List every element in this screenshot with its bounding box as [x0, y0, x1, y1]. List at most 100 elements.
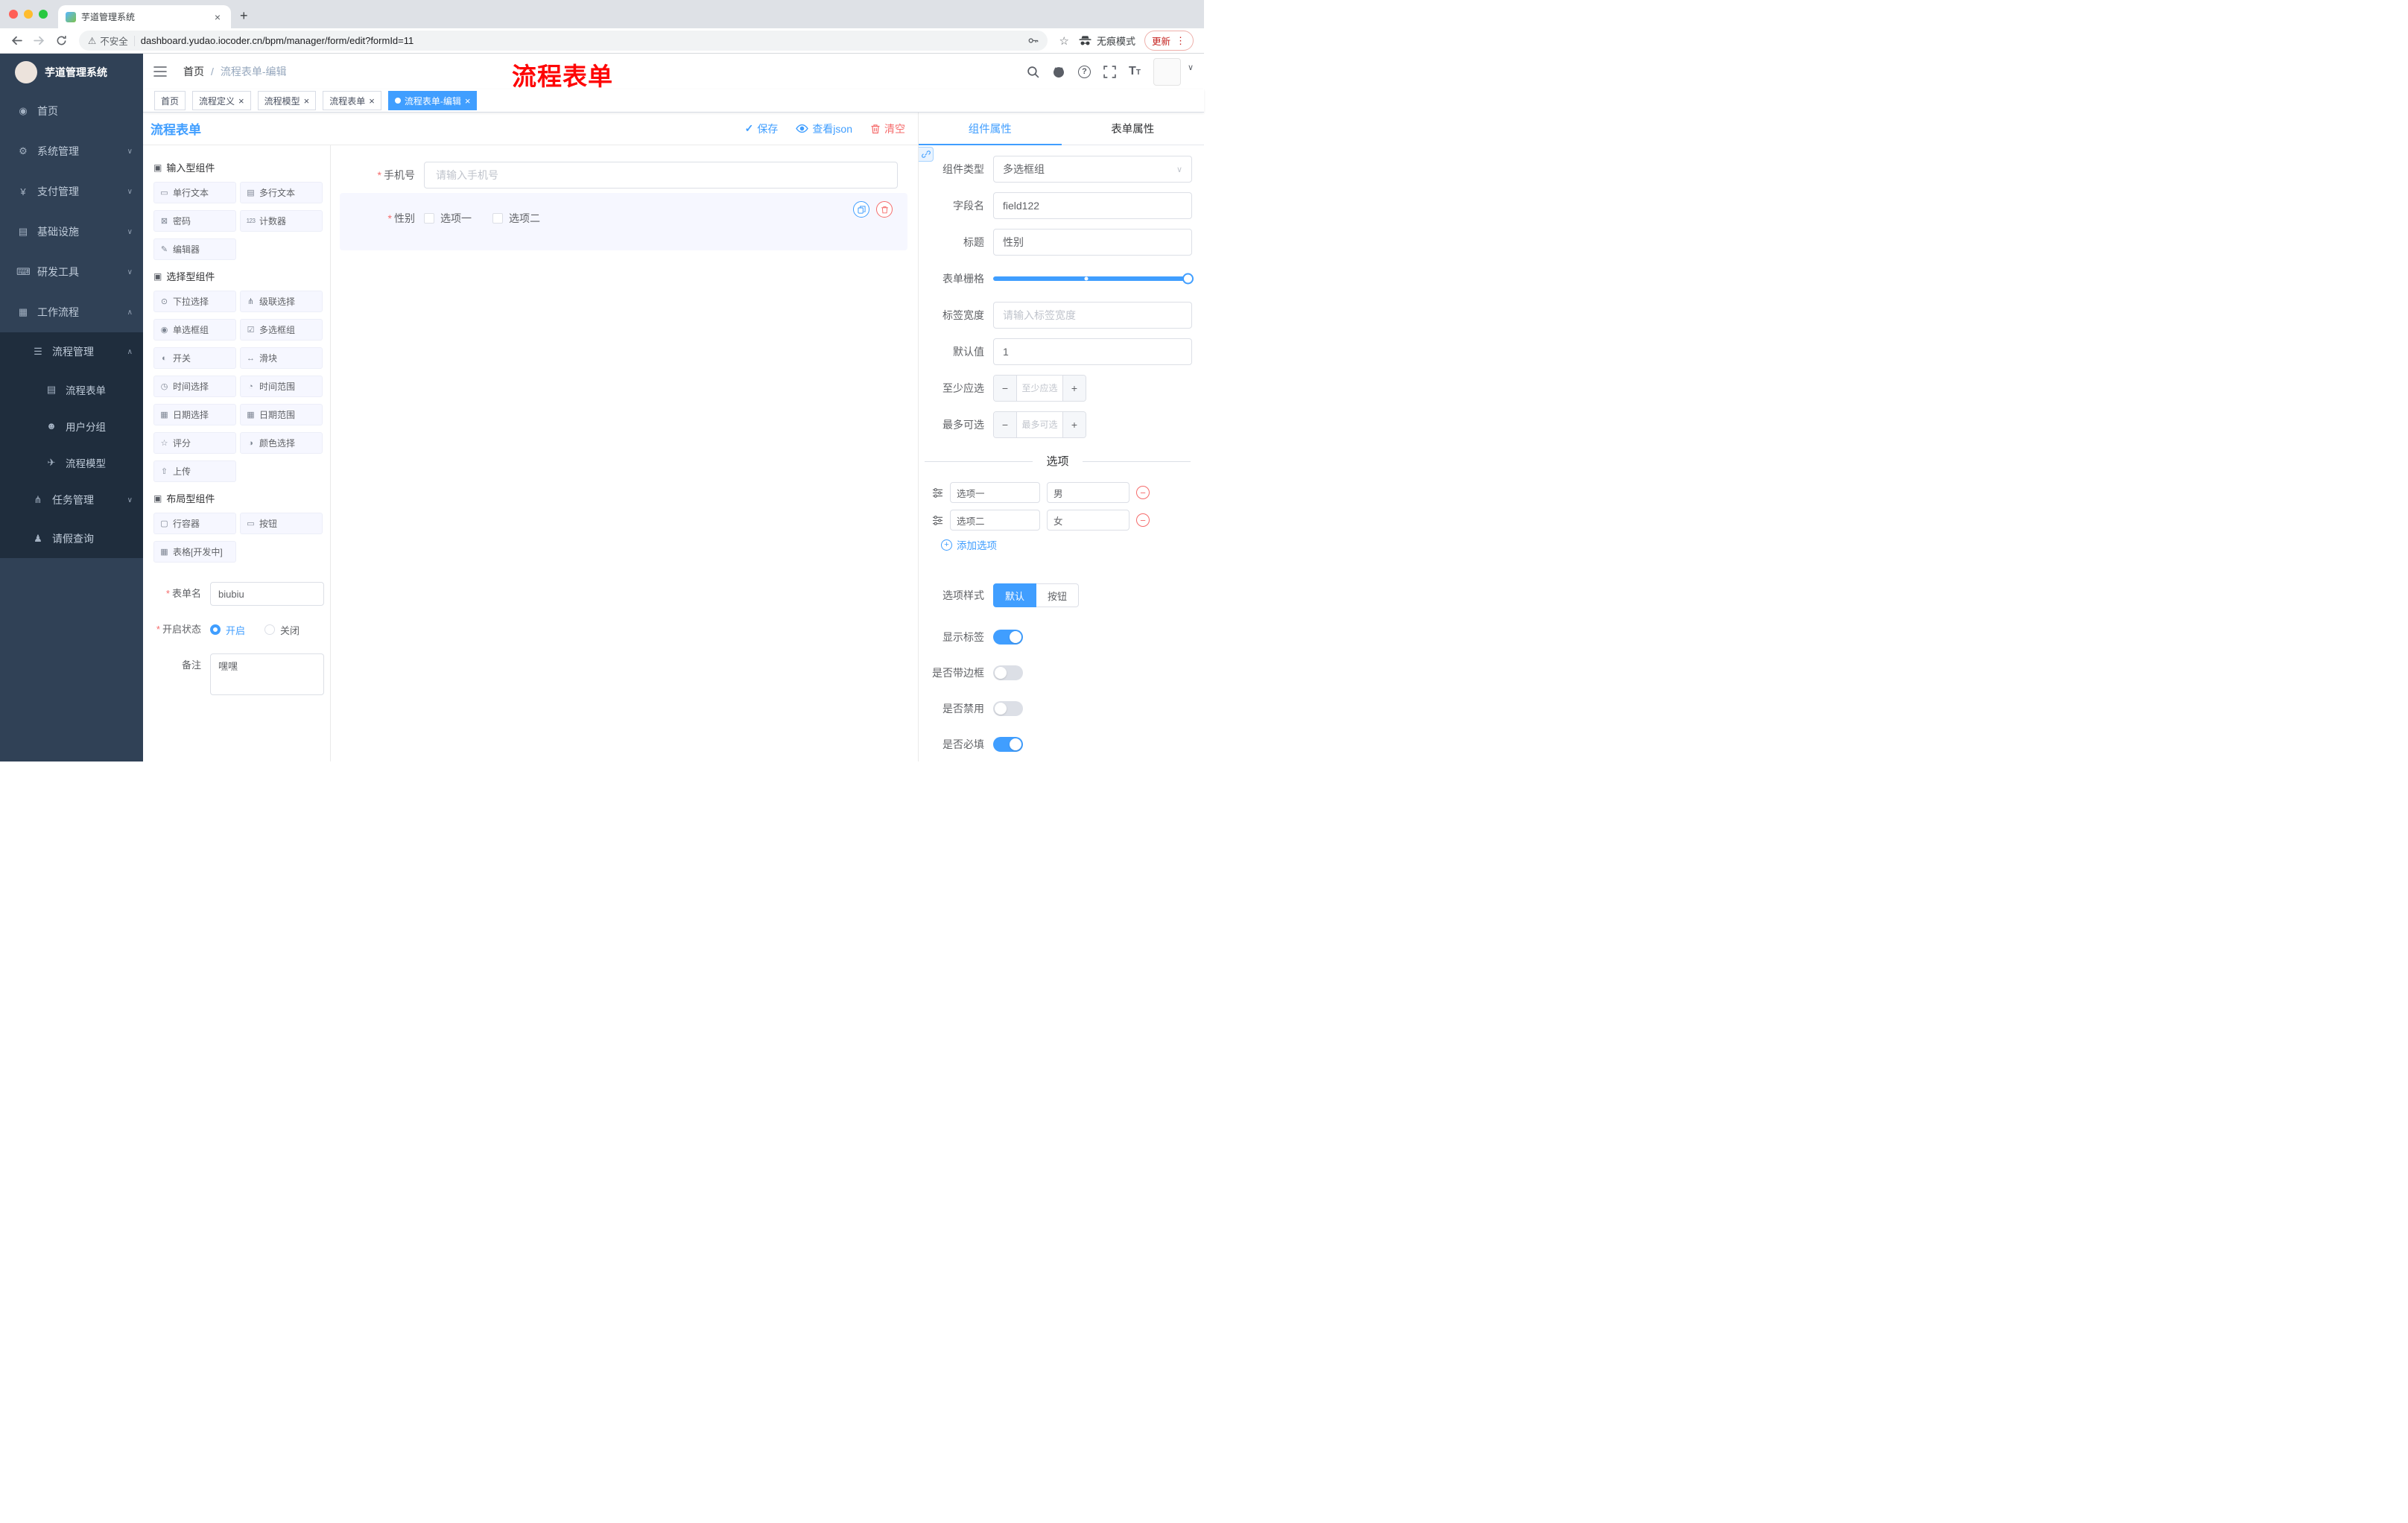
border-toggle[interactable]: [993, 665, 1023, 680]
palette-item-multi-text[interactable]: ▤ 多行文本: [240, 182, 323, 203]
bookmark-star-icon[interactable]: ☆: [1059, 34, 1069, 48]
field-name-input[interactable]: [993, 192, 1192, 219]
caret-down-icon[interactable]: ∨: [1188, 63, 1194, 72]
link-icon[interactable]: [919, 147, 934, 162]
palette-item-button[interactable]: ▭ 按钮: [240, 513, 323, 534]
palette-item-time-picker[interactable]: ◷ 时间选择: [153, 376, 236, 397]
search-icon[interactable]: [1027, 66, 1039, 78]
sidebar-item-home[interactable]: ◉ 首页: [0, 91, 143, 131]
max-select-input[interactable]: [1017, 412, 1062, 437]
form-remark-textarea[interactable]: 嘿嘿: [210, 653, 324, 695]
tag-process-definition[interactable]: 流程定义 ×: [192, 91, 251, 110]
sidebar-item-system[interactable]: ⚙ 系统管理 ∨: [0, 131, 143, 171]
sidebar-item-devtools[interactable]: ⌨ 研发工具 ∨: [0, 252, 143, 292]
sidebar-item-user-group[interactable]: ☻ 用户分组: [0, 408, 143, 444]
sidebar-logo-row[interactable]: 芋道管理系统: [0, 54, 143, 91]
disabled-toggle[interactable]: [993, 701, 1023, 716]
label-width-input[interactable]: [993, 302, 1192, 329]
remove-option-icon[interactable]: −: [1136, 486, 1150, 499]
tag-process-form[interactable]: 流程表单 ×: [323, 91, 381, 110]
palette-item-date-picker[interactable]: ▦ 日期选择: [153, 404, 236, 425]
window-zoom-button[interactable]: [39, 10, 48, 19]
add-option-button[interactable]: + 添加选项: [923, 537, 1192, 552]
password-key-icon[interactable]: [1027, 35, 1039, 46]
tab-form-props[interactable]: 表单属性: [1062, 113, 1205, 145]
breadcrumb-home[interactable]: 首页: [183, 64, 204, 79]
sidebar-collapse-icon[interactable]: [153, 66, 167, 77]
option-value-input[interactable]: [1047, 482, 1129, 503]
style-default-button[interactable]: 默认: [993, 583, 1037, 607]
tab-component-props[interactable]: 组件属性: [919, 113, 1062, 145]
drag-handle-icon[interactable]: [932, 515, 943, 525]
gender-option-1[interactable]: 选项一: [424, 211, 472, 226]
palette-item-single-text[interactable]: ▭ 单行文本: [153, 182, 236, 203]
browser-tab[interactable]: 芋道管理系统 ×: [58, 5, 231, 28]
min-select-input[interactable]: [1017, 376, 1062, 401]
palette-item-counter[interactable]: 123 计数器: [240, 210, 323, 232]
palette-item-rate[interactable]: ☆ 评分: [153, 432, 236, 454]
status-off-radio[interactable]: 关闭: [264, 623, 300, 637]
save-button[interactable]: ✓ 保存: [745, 121, 779, 136]
component-type-select[interactable]: 多选框组 ∨: [993, 156, 1192, 183]
palette-item-table[interactable]: ▦ 表格[开发中]: [153, 541, 236, 563]
close-icon[interactable]: ×: [304, 96, 310, 106]
form-name-input[interactable]: [210, 582, 324, 606]
update-button[interactable]: 更新 ⋮: [1144, 31, 1194, 51]
window-close-button[interactable]: [9, 10, 18, 19]
sidebar-item-process-management[interactable]: ☰ 流程管理 ∧: [0, 332, 143, 371]
phone-input[interactable]: [424, 162, 898, 189]
sidebar-item-task-management[interactable]: ⋔ 任务管理 ∨: [0, 481, 143, 519]
palette-item-select[interactable]: ⊙ 下拉选择: [153, 291, 236, 312]
palette-item-editor[interactable]: ✎ 编辑器: [153, 238, 236, 260]
sidebar-item-leave-query[interactable]: ♟ 请假查询: [0, 519, 143, 558]
status-on-radio[interactable]: 开启: [210, 623, 245, 637]
remove-option-icon[interactable]: −: [1136, 513, 1150, 527]
tag-process-model[interactable]: 流程模型 ×: [257, 91, 317, 110]
tag-process-form-edit[interactable]: 流程表单-编辑 ×: [387, 91, 478, 110]
palette-item-upload[interactable]: ⇧ 上传: [153, 460, 236, 482]
address-bar[interactable]: ⚠ 不安全 dashboard.yudao.iocoder.cn/bpm/man…: [79, 31, 1048, 51]
palette-item-slider[interactable]: ↔ 滑块: [240, 347, 323, 369]
form-canvas[interactable]: 手机号 性别 选项一: [331, 145, 918, 762]
fullscreen-icon[interactable]: [1103, 65, 1116, 78]
view-json-button[interactable]: 查看json: [796, 121, 852, 136]
browser-menu-icon[interactable]: ⋮: [1176, 35, 1186, 47]
forward-icon[interactable]: [28, 31, 49, 51]
palette-item-date-range[interactable]: ▦ 日期范围: [240, 404, 323, 425]
palette-item-switch[interactable]: ◐ 开关: [153, 347, 236, 369]
delete-field-button[interactable]: [876, 201, 893, 218]
sidebar-item-infrastructure[interactable]: ▤ 基础设施 ∨: [0, 212, 143, 252]
phone-field-row[interactable]: 手机号: [340, 162, 907, 189]
option-value-input[interactable]: [1047, 510, 1129, 531]
tab-close-icon[interactable]: ×: [212, 11, 224, 23]
plus-button[interactable]: +: [1062, 412, 1086, 437]
copy-field-button[interactable]: [853, 201, 869, 218]
option-label-input[interactable]: [950, 482, 1040, 503]
title-input[interactable]: [993, 229, 1192, 256]
gender-field-item[interactable]: 性别 选项一 选项二: [340, 193, 907, 250]
avatar[interactable]: [1153, 57, 1181, 86]
option-label-input[interactable]: [950, 510, 1040, 531]
palette-item-password[interactable]: ⊠ 密码: [153, 210, 236, 232]
font-size-icon[interactable]: TT: [1129, 65, 1141, 78]
palette-item-cascader[interactable]: ⋔ 级联选择: [240, 291, 323, 312]
style-button-button[interactable]: 按钮: [1036, 583, 1080, 607]
gender-option-2[interactable]: 选项二: [492, 211, 540, 226]
security-chip[interactable]: ⚠ 不安全: [88, 34, 128, 48]
reload-icon[interactable]: [51, 31, 72, 51]
minus-button[interactable]: −: [994, 376, 1017, 401]
sidebar-item-workflow[interactable]: ▦ 工作流程 ∧: [0, 292, 143, 332]
palette-item-checkbox-group[interactable]: ☑ 多选框组: [240, 319, 323, 341]
checkbox-icon[interactable]: [424, 213, 434, 224]
palette-item-color-picker[interactable]: ◑ 颜色选择: [240, 432, 323, 454]
tag-home[interactable]: 首页: [154, 91, 186, 110]
close-icon[interactable]: ×: [369, 96, 375, 106]
slider-handle[interactable]: [1182, 273, 1194, 285]
sidebar-item-payment[interactable]: ¥ 支付管理 ∨: [0, 171, 143, 212]
back-icon[interactable]: [6, 31, 27, 51]
new-tab-button[interactable]: +: [240, 8, 248, 24]
clear-button[interactable]: 清空: [870, 121, 905, 136]
github-icon[interactable]: [1052, 65, 1065, 78]
window-minimize-button[interactable]: [24, 10, 33, 19]
drag-handle-icon[interactable]: [932, 487, 943, 498]
